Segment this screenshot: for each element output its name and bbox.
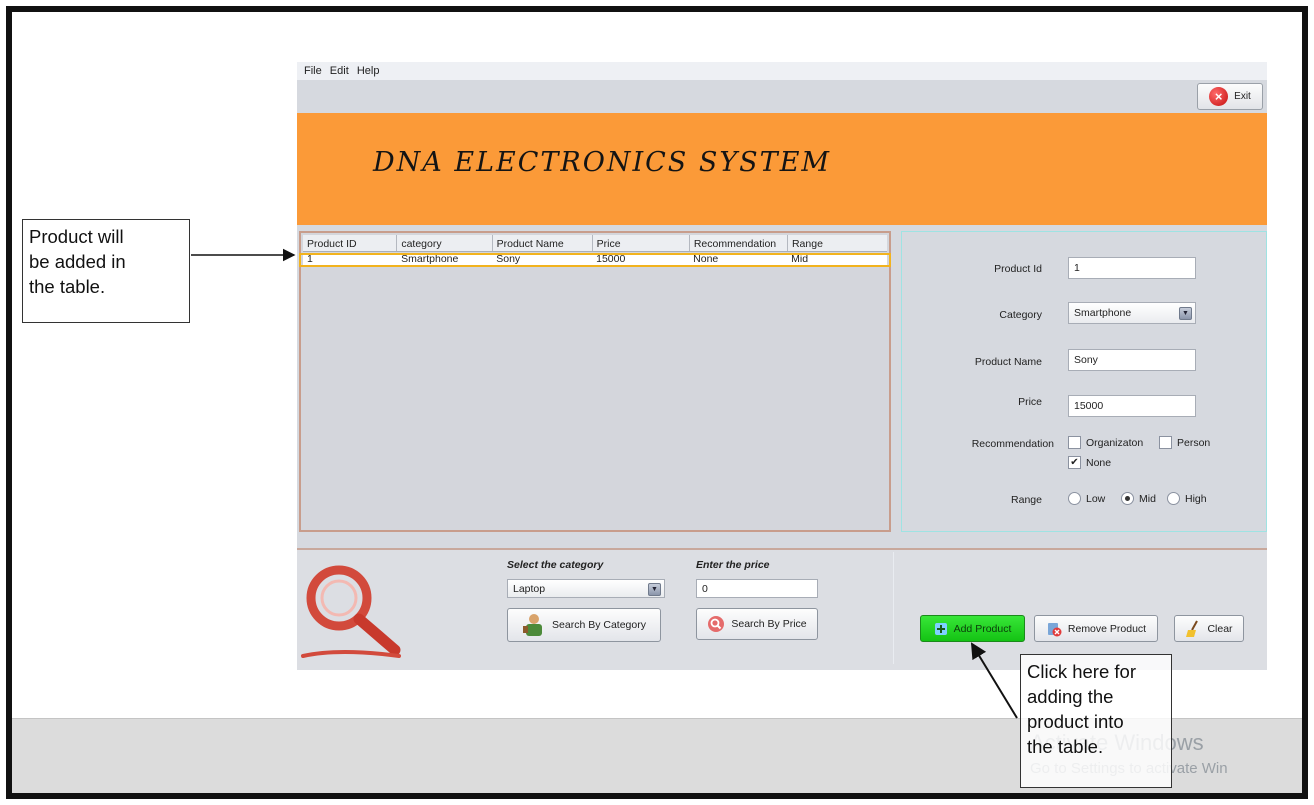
annotation-arrows (191, 248, 1018, 719)
right-arrow (970, 642, 1018, 719)
